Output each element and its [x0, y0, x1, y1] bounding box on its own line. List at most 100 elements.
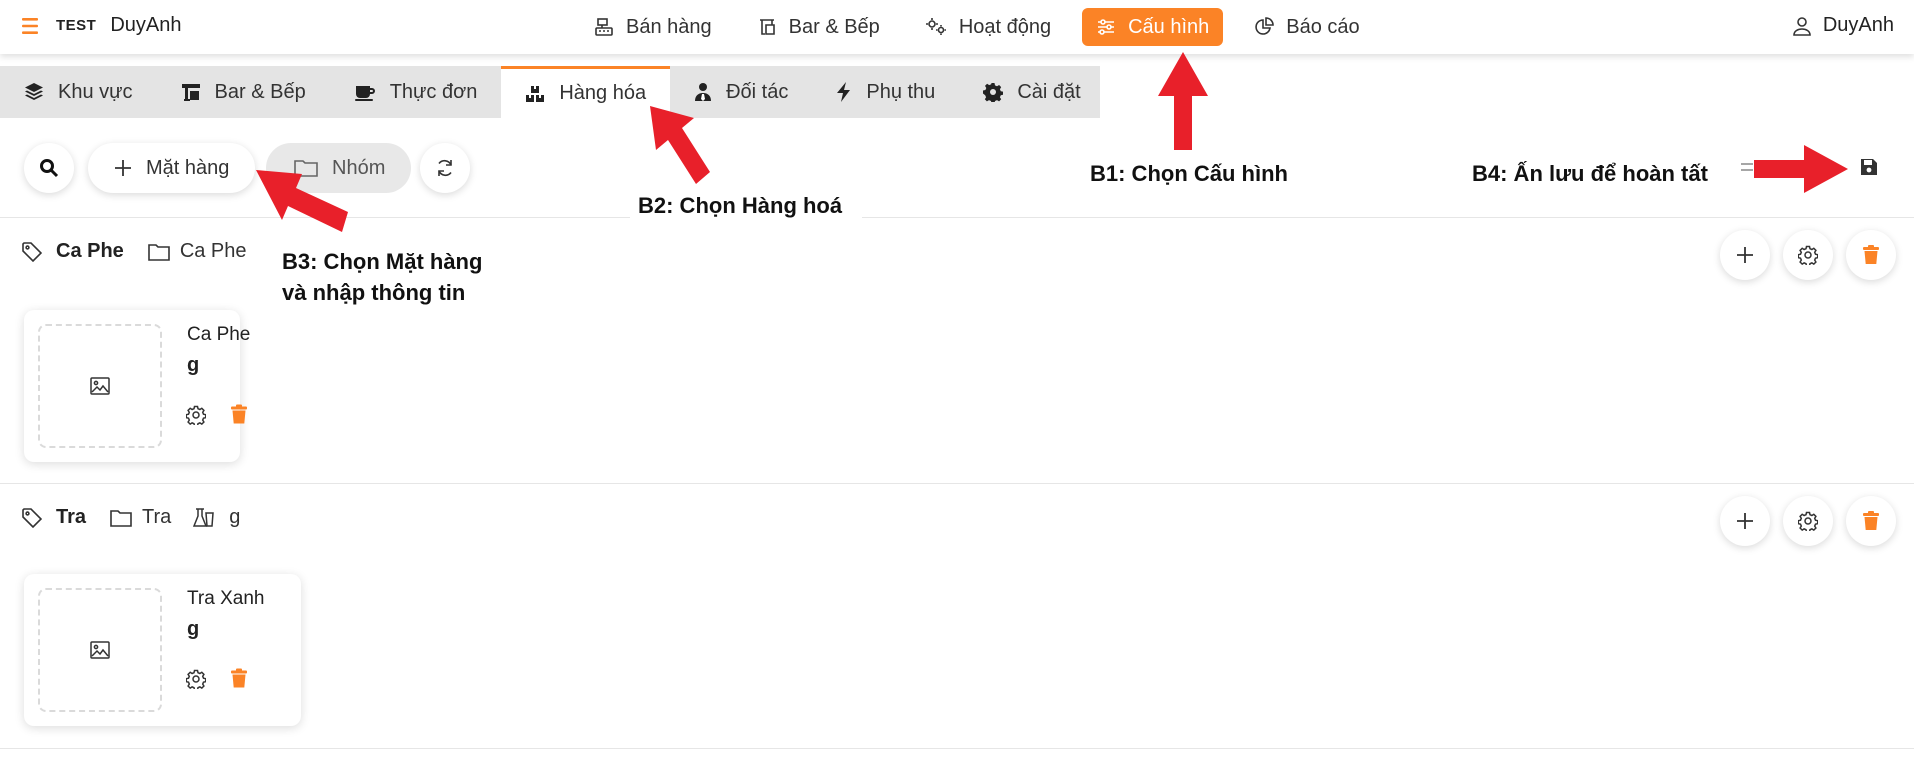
gear-icon[interactable] [186, 405, 206, 425]
product-name: Tra Xanh [187, 588, 265, 609]
red-arrow-right [1754, 145, 1848, 193]
delete-button[interactable] [1846, 496, 1896, 546]
trash-icon [1863, 245, 1879, 264]
group-folder: Ca Phe [179, 240, 247, 262]
annotation-step-3-line-1: B3: Chọn Mặt hàng [274, 246, 491, 277]
add-item-button[interactable]: Mặt hàng [88, 143, 256, 193]
sliders-icon [1098, 19, 1115, 35]
tab-label: Bar & Bếp [214, 80, 306, 103]
kitchen-icon [759, 19, 775, 35]
product-unit: g [187, 354, 200, 376]
nav-label: Bán hàng [626, 15, 712, 38]
hamburger-menu-icon[interactable] [22, 17, 42, 35]
annotation-step-4: B4: Ấn lưu để hoàn tất [1466, 158, 1722, 203]
tab-label: Thực đơn [389, 80, 478, 103]
group-header: Tra Tra g [22, 506, 240, 529]
user-menu[interactable]: DuyAnh [1793, 14, 1894, 37]
annotation-step-2: B2: Chọn Hàng hoá [630, 190, 863, 229]
tag-icon [22, 241, 42, 262]
group-unit: g [229, 506, 241, 528]
pie-chart-icon [1255, 17, 1275, 35]
product-name: Ca Phe [187, 324, 251, 345]
tab-label: Khu vực [58, 80, 133, 103]
top-bar: TEST DuyAnh Bán hàng Bar & Bếp Hoạt động… [0, 0, 1914, 54]
search-button[interactable] [24, 143, 74, 193]
config-tabs: Khu vực Bar & Bếp Thực đơn Hàng hóa Đối … [0, 66, 1100, 118]
gear-icon [1798, 511, 1818, 531]
trash-icon[interactable] [230, 668, 248, 689]
group-actions [1707, 496, 1896, 546]
gear-icon[interactable] [186, 669, 206, 689]
group-name: Tra [56, 506, 87, 528]
store-tag: TEST [56, 17, 97, 34]
product-card[interactable]: Tra Xanh g [24, 574, 301, 726]
gears-icon [925, 18, 946, 35]
folder-icon [110, 509, 132, 527]
cash-register-icon [595, 18, 613, 36]
nav-label: Bar & Bếp [788, 15, 880, 38]
group-name: Ca Phe [56, 240, 124, 262]
tab-hang-hoa[interactable]: Hàng hóa [501, 66, 671, 118]
tab-bar-bep[interactable]: Bar & Bếp [157, 66, 330, 118]
nav-hoat-dong[interactable]: Hoạt động [911, 8, 1065, 46]
tag-icon [22, 507, 42, 528]
app-root: TEST DuyAnh Bán hàng Bar & Bếp Hoạt động… [0, 0, 1914, 762]
image-icon [90, 641, 110, 659]
bolt-icon [837, 82, 851, 102]
settings-button[interactable] [1783, 496, 1833, 546]
group-section: Tra Tra g Tra Xanh g [0, 484, 1914, 749]
image-placeholder[interactable] [38, 588, 162, 712]
product-unit: g [187, 618, 200, 640]
image-placeholder[interactable] [38, 324, 162, 448]
plus-icon [1737, 247, 1753, 263]
refresh-icon [438, 159, 452, 177]
add-button[interactable] [1720, 496, 1770, 546]
nav-label: Báo cáo [1286, 15, 1360, 38]
tab-phu-thu[interactable]: Phụ thu [812, 66, 959, 118]
partial-icon [1741, 163, 1753, 171]
group-actions [1707, 230, 1896, 280]
nav-label: Hoạt động [958, 15, 1052, 38]
annotation-step-1: B1: Chọn Cấu hình [1084, 158, 1308, 203]
partner-icon [695, 83, 712, 101]
tab-thuc-don[interactable]: Thực đơn [330, 66, 502, 118]
settings-button[interactable] [1783, 230, 1833, 280]
delete-button[interactable] [1846, 230, 1896, 280]
gear-icon [1798, 245, 1818, 265]
main-nav: Bán hàng Bar & Bếp Hoạt động Cấu hình Bá… [580, 8, 1391, 46]
folder-icon [148, 243, 170, 261]
nav-label: Cấu hình [1128, 15, 1210, 38]
nav-cau-hinh[interactable]: Cấu hình [1082, 8, 1224, 46]
tab-cai-dat[interactable]: Cài đặt [959, 66, 1104, 118]
refresh-button[interactable] [420, 143, 470, 193]
kitchen-icon [181, 84, 200, 101]
tab-label: Phụ thu [866, 80, 936, 103]
tab-khu-vuc[interactable]: Khu vực [0, 66, 157, 118]
search-icon [40, 159, 59, 178]
save-icon[interactable] [1860, 158, 1878, 176]
group-folder: Tra [142, 506, 172, 528]
trash-icon[interactable] [230, 404, 248, 425]
coffee-cup-icon [354, 86, 375, 101]
red-arrow-left [256, 170, 348, 232]
trash-icon [1863, 511, 1879, 530]
nav-bao-cao[interactable]: Báo cáo [1240, 8, 1373, 46]
store-name: DuyAnh [110, 14, 182, 36]
red-arrow-up [1158, 52, 1208, 150]
tab-label: Hàng hóa [559, 82, 647, 104]
user-icon [1793, 16, 1811, 36]
tab-label: Cài đặt [1017, 80, 1081, 103]
flask-icon [193, 507, 215, 527]
plus-icon [1737, 513, 1753, 529]
tab-label: Đối tác [726, 80, 789, 103]
nav-bar-bep[interactable]: Bar & Bếp [743, 8, 894, 46]
add-button[interactable] [1720, 230, 1770, 280]
product-card[interactable]: Ca Phe g [24, 310, 250, 462]
layers-icon [25, 83, 43, 100]
brand: TEST DuyAnh [22, 14, 182, 37]
red-arrow-up-left [650, 106, 710, 184]
nav-ban-hang[interactable]: Bán hàng [580, 8, 726, 46]
image-icon [90, 377, 110, 395]
boxes-icon [526, 85, 545, 102]
gear-icon [983, 83, 1004, 102]
